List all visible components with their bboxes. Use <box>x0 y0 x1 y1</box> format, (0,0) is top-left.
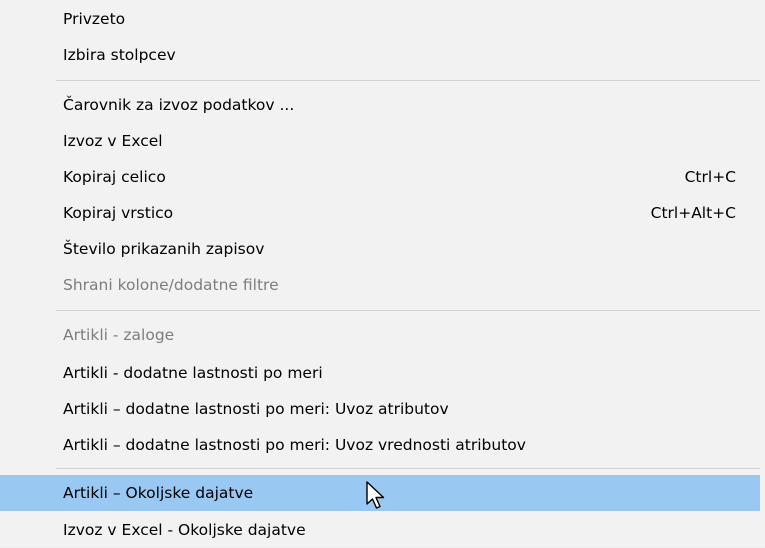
menu-item-label: Izbira stolpcev <box>63 46 176 64</box>
menu-item-uvoz-vrednosti-atributov[interactable]: Artikli – dodatne lastnosti po meri: Uvo… <box>0 427 760 463</box>
menu-item-label: Število prikazanih zapisov <box>63 240 265 258</box>
menu-item-shortcut: Ctrl+C <box>684 168 736 186</box>
menu-item-privzeto[interactable]: Privzeto <box>0 1 760 37</box>
menu-separator <box>56 468 760 469</box>
menu-item-kopiraj-celico[interactable]: Kopiraj celico Ctrl+C <box>0 159 760 195</box>
menu-item-label: Privzeto <box>63 10 126 28</box>
menu-item-izvoz-excel-okoljske[interactable]: Izvoz v Excel - Okoljske dajatve <box>0 512 760 548</box>
menu-item-label: Artikli – dodatne lastnosti po meri: Uvo… <box>63 436 526 454</box>
mouse-pointer-icon <box>365 480 387 510</box>
menu-item-label: Izvoz v Excel <box>63 132 163 150</box>
menu-separator <box>56 80 760 81</box>
menu-item-label: Shrani kolone/dodatne filtre <box>63 276 279 294</box>
menu-separator <box>56 310 760 311</box>
menu-item-shortcut: Ctrl+Alt+C <box>650 204 736 222</box>
menu-item-label: Kopiraj celico <box>63 168 166 186</box>
menu-item-artikli-zaloge: Artikli - zaloge <box>0 317 760 353</box>
context-menu: Privzeto Izbira stolpcev Čarovnik za izv… <box>0 0 765 546</box>
menu-item-izbira-stolpcev[interactable]: Izbira stolpcev <box>0 37 760 73</box>
menu-item-label: Čarovnik za izvoz podatkov ... <box>63 96 295 114</box>
menu-item-shrani-kolone: Shrani kolone/dodatne filtre <box>0 267 760 303</box>
menu-item-label: Artikli - dodatne lastnosti po meri <box>63 364 323 382</box>
menu-item-label: Artikli – dodatne lastnosti po meri: Uvo… <box>63 400 449 418</box>
menu-item-uvoz-atributov[interactable]: Artikli – dodatne lastnosti po meri: Uvo… <box>0 391 760 427</box>
menu-item-label: Artikli - zaloge <box>63 326 175 344</box>
menu-item-izvoz-excel[interactable]: Izvoz v Excel <box>0 123 760 159</box>
menu-item-label: Kopiraj vrstico <box>63 204 174 222</box>
menu-item-carovnik-izvoz[interactable]: Čarovnik za izvoz podatkov ... <box>0 87 760 123</box>
menu-item-artikli-dodatne-lastnosti[interactable]: Artikli - dodatne lastnosti po meri <box>0 355 760 391</box>
menu-item-label: Artikli – Okoljske dajatve <box>63 484 254 502</box>
menu-item-kopiraj-vrstico[interactable]: Kopiraj vrstico Ctrl+Alt+C <box>0 195 760 231</box>
menu-item-stevilo-zapisov[interactable]: Število prikazanih zapisov <box>0 231 760 267</box>
menu-item-label: Izvoz v Excel - Okoljske dajatve <box>63 521 306 539</box>
